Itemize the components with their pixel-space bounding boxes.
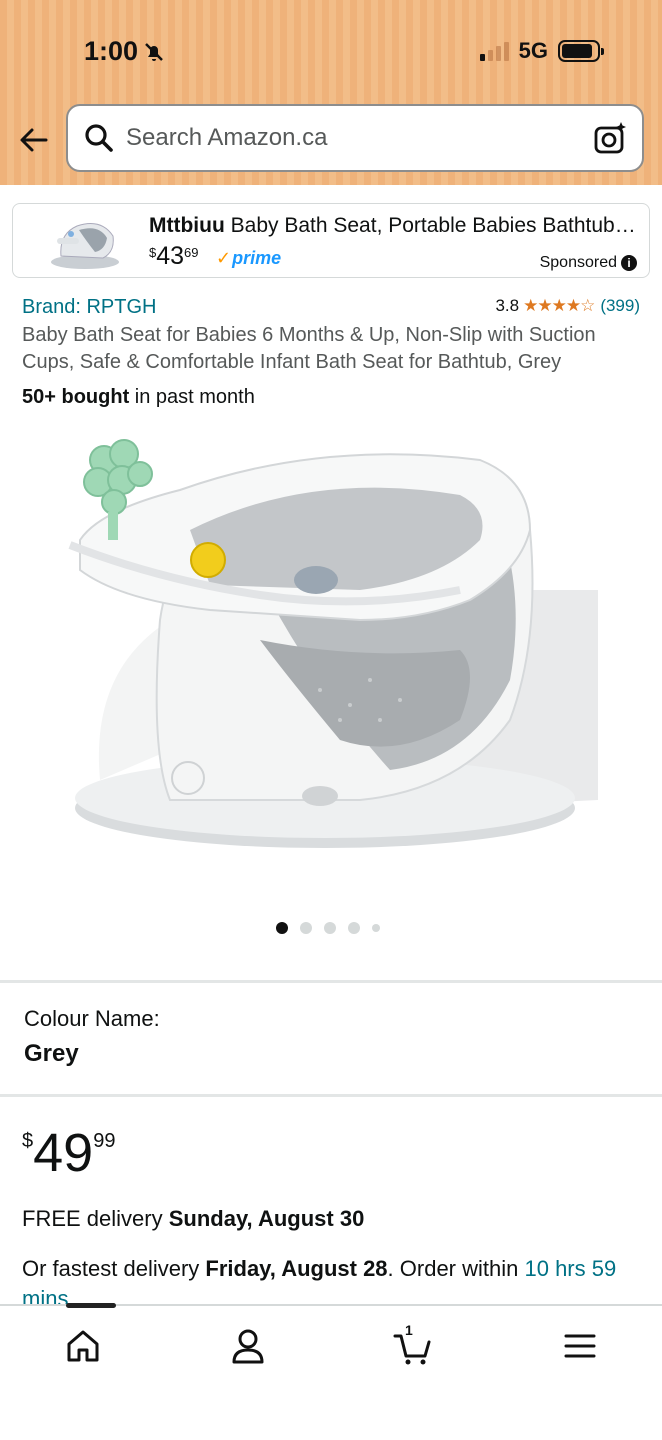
cart-button[interactable]: 1 xyxy=(392,1322,432,1366)
sponsored-price-whole: 43 xyxy=(156,242,185,270)
account-icon[interactable] xyxy=(228,1326,268,1366)
info-icon[interactable]: i xyxy=(621,255,637,271)
carousel-dot[interactable] xyxy=(324,922,336,934)
sponsored-price: $ 43 69 xyxy=(149,242,199,270)
network-label: 5G xyxy=(518,38,548,63)
fastest-delivery: Or fastest delivery Friday, August 28. O… xyxy=(22,1254,642,1304)
carousel-dot[interactable] xyxy=(300,922,312,934)
sponsored-product-card[interactable]: Mttbiuu Baby Bath Seat, Portable Babies … xyxy=(12,203,650,278)
nav-active-indicator xyxy=(66,1303,116,1308)
bottom-nav xyxy=(0,1304,662,1440)
price-fraction: 99 xyxy=(93,1130,116,1152)
carousel-dot[interactable] xyxy=(276,922,288,934)
star-rating-icon: ★★★★☆ xyxy=(523,296,595,315)
divider xyxy=(0,980,662,983)
rating-value: 3.8 xyxy=(495,296,520,315)
carousel-dot[interactable] xyxy=(348,922,360,934)
divider xyxy=(0,1094,662,1097)
fastest-date: Friday, August 28 xyxy=(205,1256,388,1281)
bought-count: 50+ bought in past month xyxy=(22,386,255,409)
order-within: . Order within xyxy=(387,1256,525,1281)
camera-lens-icon[interactable] xyxy=(592,120,628,156)
bell-muted-icon xyxy=(145,42,163,61)
prime-badge: ✓ prime xyxy=(216,248,281,269)
cart-count: 1 xyxy=(405,1322,413,1338)
free-delivery-prefix: FREE delivery xyxy=(22,1206,169,1231)
price-symbol: $ xyxy=(22,1130,34,1152)
sponsored-title-text: Baby Bath Seat, Portable Babies Bathtub … xyxy=(224,214,639,237)
fastest-prefix: Or fastest delivery xyxy=(22,1256,206,1281)
status-indicators: 5G xyxy=(479,38,604,64)
signal-icon xyxy=(479,41,509,61)
prime-check-icon: ✓ xyxy=(216,248,232,268)
free-delivery: FREE delivery Sunday, August 30 xyxy=(22,1206,364,1232)
sponsored-brand: Mttbiuu xyxy=(149,214,225,237)
sponsored-label[interactable]: Sponsored i xyxy=(540,254,637,272)
free-delivery-date: Sunday, August 30 xyxy=(168,1206,365,1231)
home-icon[interactable] xyxy=(63,1326,103,1366)
price-whole: 49 xyxy=(33,1123,94,1183)
header: 1:00 5G xyxy=(0,0,662,185)
image-carousel-dots xyxy=(276,922,380,934)
review-count[interactable]: (399) xyxy=(600,296,640,316)
status-time-text: 1:00 xyxy=(84,36,139,66)
search-icon xyxy=(85,124,113,152)
rating[interactable]: 3.8 ★★★★☆ (399) xyxy=(495,296,640,316)
sponsored-price-symbol: $ xyxy=(149,245,157,260)
prime-label: prime xyxy=(232,248,282,268)
price: $ 49 99 xyxy=(22,1124,115,1182)
status-time: 1:00 xyxy=(84,36,166,67)
sponsored-text: Sponsored xyxy=(539,254,617,271)
colour-value: Grey xyxy=(24,1040,79,1067)
bought-count-rest: in past month xyxy=(129,386,255,408)
search-bar[interactable] xyxy=(66,104,644,172)
product-title: Baby Bath Seat for Babies 6 Months & Up,… xyxy=(22,324,596,373)
sponsored-title[interactable]: Mttbiuu Baby Bath Seat, Portable Babies … xyxy=(149,214,639,238)
battery-icon xyxy=(558,40,604,62)
sponsored-product-image xyxy=(51,223,119,269)
search-input[interactable] xyxy=(126,124,566,152)
menu-icon[interactable] xyxy=(560,1326,600,1366)
sponsored-price-fraction: 69 xyxy=(184,245,199,260)
bought-count-bold: 50+ bought xyxy=(22,386,130,408)
product-image[interactable] xyxy=(60,420,620,870)
colour-label: Colour Name: xyxy=(24,1006,160,1031)
carousel-dot[interactable] xyxy=(372,924,380,932)
brand-link[interactable]: Brand: RPTGH xyxy=(22,296,156,319)
back-arrow-icon[interactable] xyxy=(16,122,52,158)
